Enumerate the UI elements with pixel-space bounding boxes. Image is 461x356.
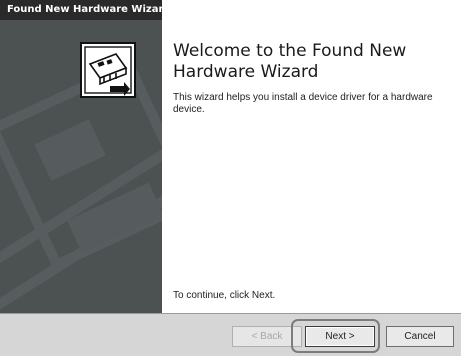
hardware-wizard-icon (80, 42, 136, 98)
back-button[interactable]: < Back (232, 326, 302, 347)
wizard-window: Found New Hardware Wizard Welcome to the… (0, 0, 461, 356)
button-bar: < Back Next > Cancel (0, 313, 461, 356)
window-title: Found New Hardware Wizard (0, 0, 171, 20)
continue-hint: To continue, click Next. (173, 290, 276, 301)
wizard-content: Welcome to the Found New Hardware Wizard… (162, 20, 461, 313)
next-button[interactable]: Next > (305, 326, 375, 347)
cancel-button[interactable]: Cancel (386, 326, 454, 347)
titlebar-blank (162, 0, 461, 20)
intro-text: This wizard helps you install a device d… (173, 92, 433, 115)
welcome-heading: Welcome to the Found New Hardware Wizard (173, 41, 407, 82)
wizard-side-panel (0, 20, 162, 313)
